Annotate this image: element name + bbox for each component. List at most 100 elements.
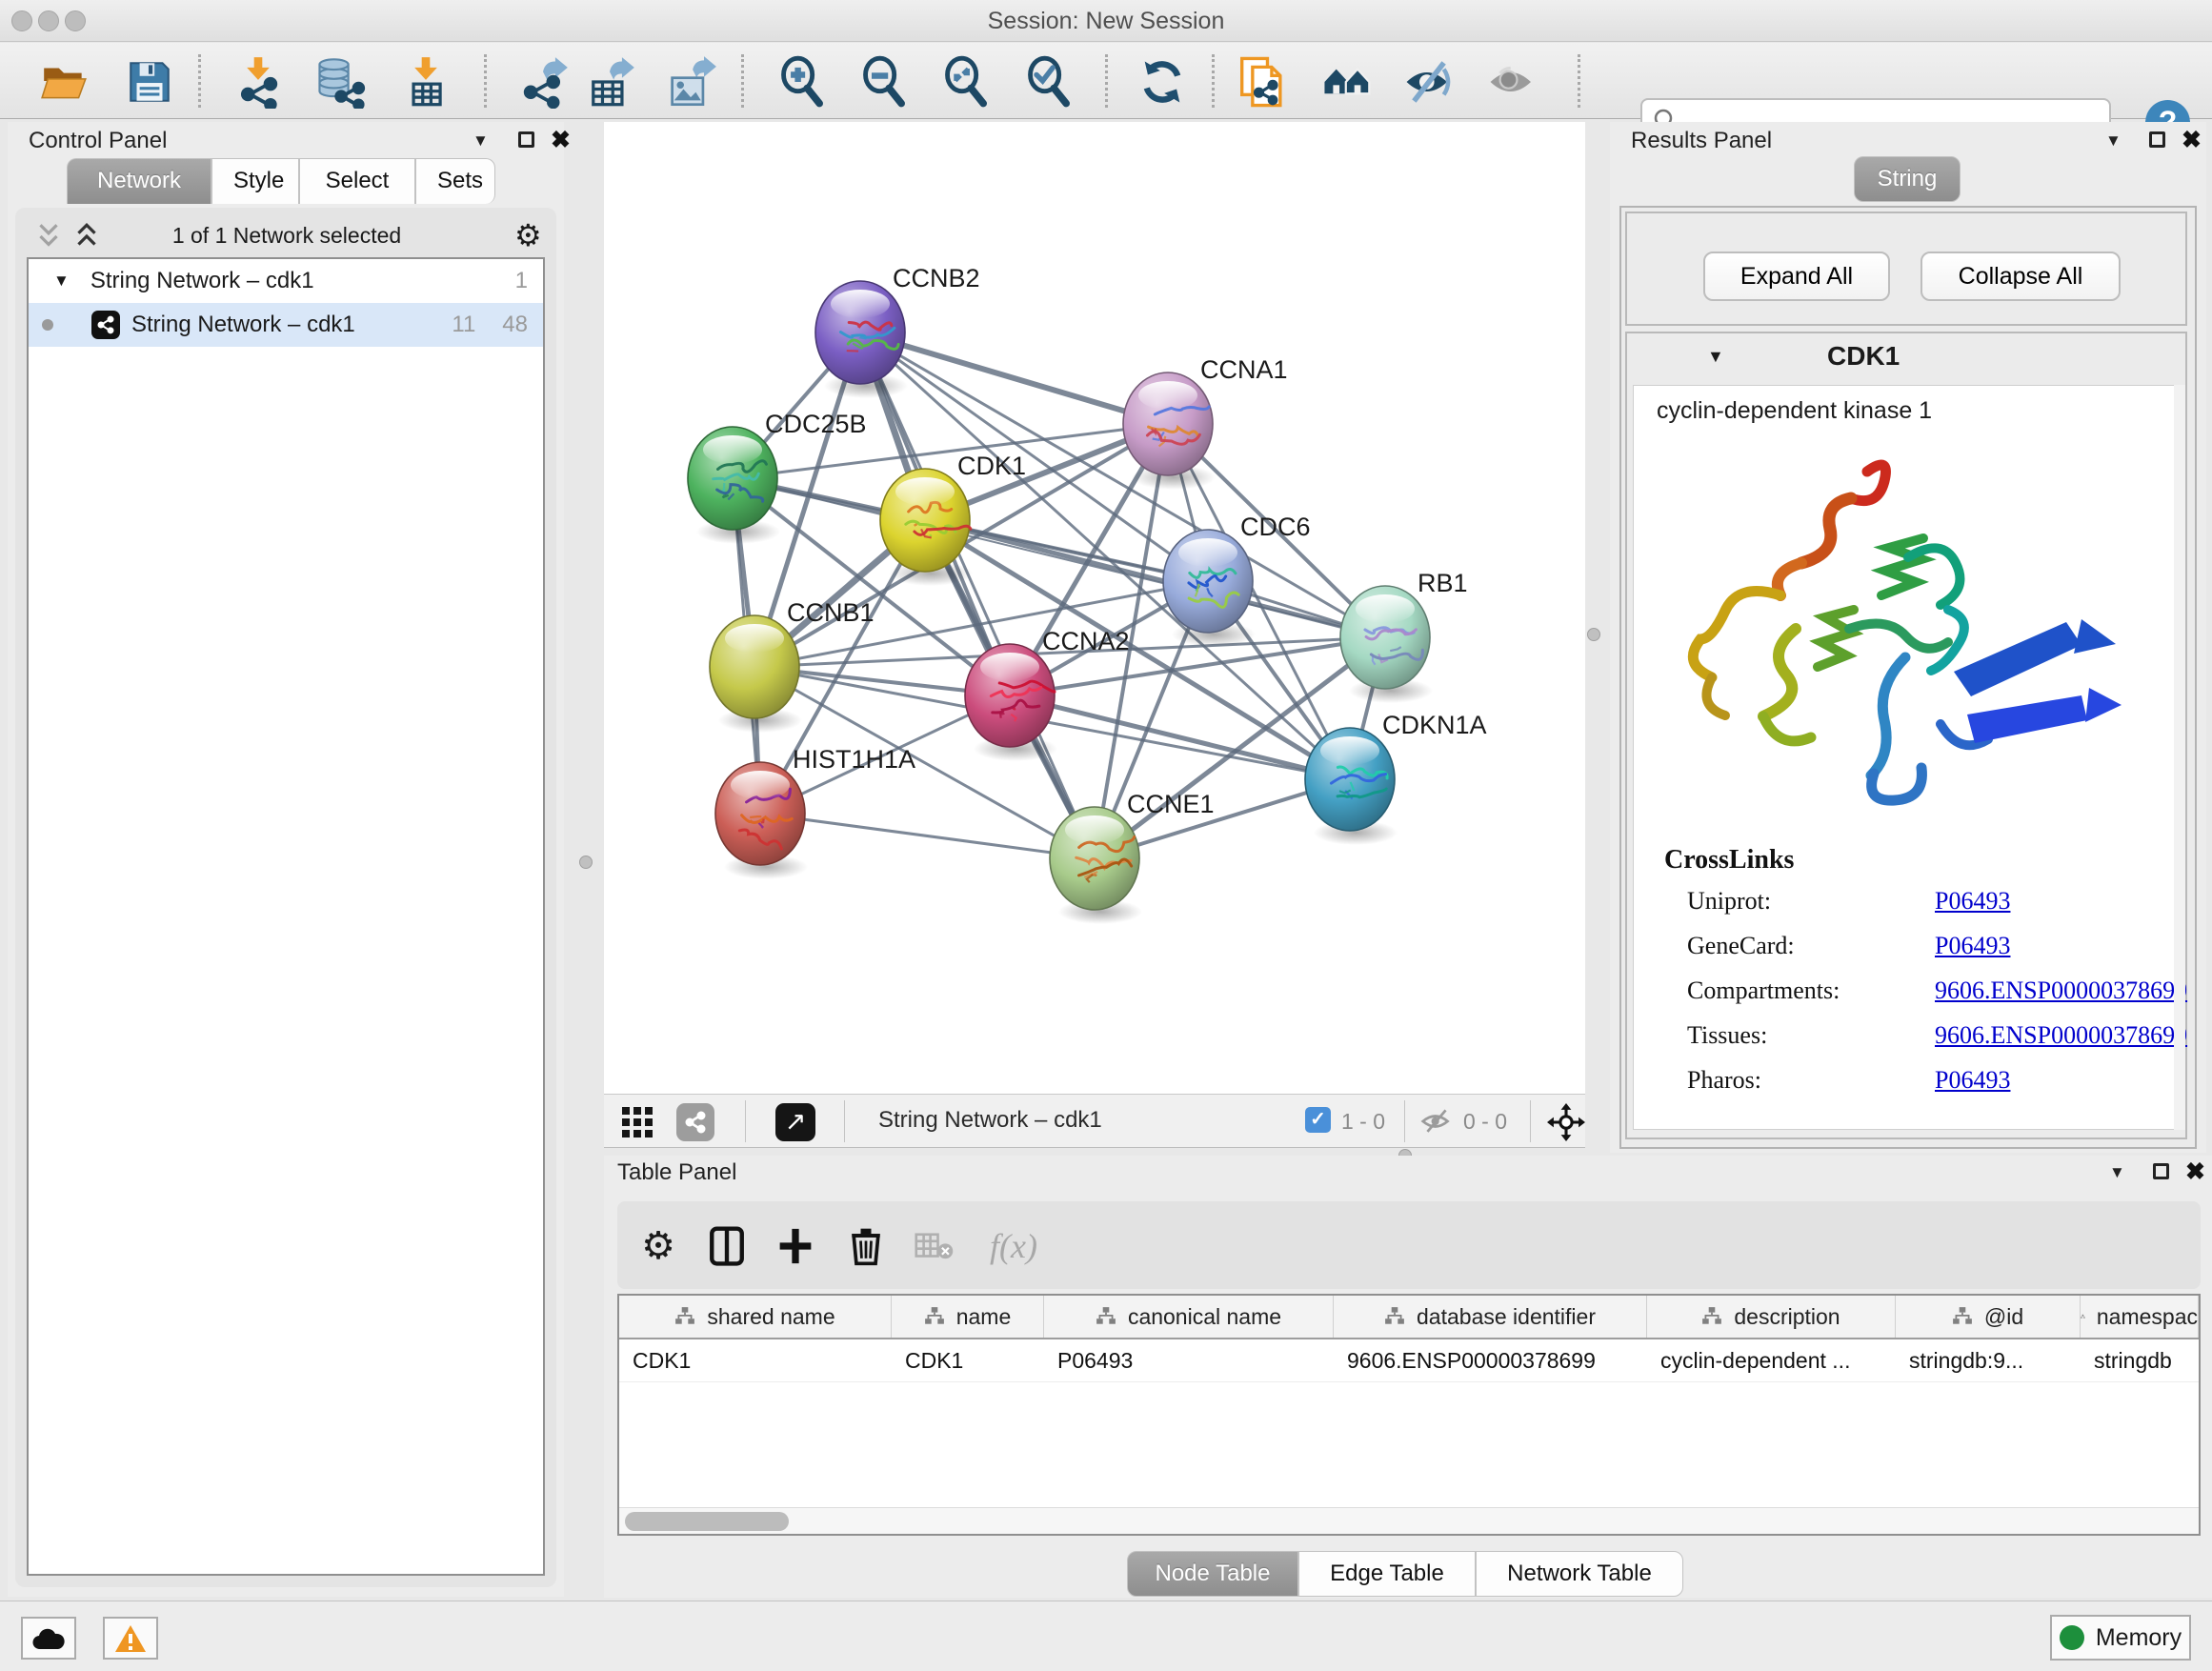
tab-style[interactable]: Style: [211, 158, 299, 204]
crosslink-link[interactable]: P06493: [1935, 932, 2010, 960]
fit-content-button[interactable]: [938, 54, 995, 110]
crosslink-link[interactable]: P06493: [1935, 1066, 2010, 1095]
network-node-HIST1H1A[interactable]: [715, 762, 808, 879]
save-session-button[interactable]: [121, 54, 178, 110]
column-header-5[interactable]: @id: [1896, 1296, 2081, 1338]
crosslink-row: Uniprot:P06493: [1634, 879, 2179, 924]
memory-button[interactable]: Memory: [2050, 1615, 2191, 1661]
expand-all-button[interactable]: Expand All: [1703, 252, 1890, 301]
tree-expander-icon[interactable]: ▼: [53, 272, 70, 291]
table-panel-float-icon[interactable]: [2153, 1163, 2169, 1179]
birdseye-view-icon[interactable]: ↗: [775, 1103, 815, 1141]
open-session-button[interactable]: [36, 54, 93, 110]
hidden-count: 0 - 0: [1463, 1109, 1507, 1135]
column-header-1[interactable]: name: [892, 1296, 1044, 1338]
network-view-share-icon[interactable]: [676, 1103, 714, 1141]
control-panel-menu-caret[interactable]: ▼: [473, 131, 489, 151]
tab-network[interactable]: Network: [67, 158, 211, 204]
node-table: shared namenamecanonical namedatabase id…: [617, 1294, 2201, 1536]
results-scrollbar[interactable]: [2174, 385, 2185, 1130]
export-image-button[interactable]: [662, 54, 719, 110]
column-header-3[interactable]: database identifier: [1334, 1296, 1647, 1338]
table-hscrollbar[interactable]: [619, 1507, 2199, 1534]
right-splitter-handle[interactable]: [1587, 628, 1600, 641]
hide-selected-button[interactable]: [1400, 54, 1458, 110]
protein-detail-card: cyclin-dependent kinase 1: [1633, 385, 2180, 1130]
column-type-icon: [924, 1306, 945, 1327]
crosslink-link[interactable]: 9606.ENSP00000378699: [1935, 976, 2187, 1005]
show-hidden-button[interactable]: [1484, 54, 1541, 110]
left-splitter-handle[interactable]: [579, 856, 593, 869]
network-node-CCNA2[interactable]: [965, 644, 1057, 761]
network-node-CCNB2[interactable]: [815, 281, 908, 398]
node-label-CDK1: CDK1: [957, 452, 1026, 480]
collapse-all-button[interactable]: Collapse All: [1920, 252, 2121, 301]
tab-select[interactable]: Select: [299, 158, 415, 204]
table-row[interactable]: CDK1CDK1P064939606.ENSP00000378699cyclin…: [619, 1339, 2199, 1382]
network-node-CDK1[interactable]: [880, 469, 973, 586]
network-row[interactable]: String Network – cdk1 11 48: [29, 303, 543, 347]
control-panel-float-icon[interactable]: [518, 131, 534, 148]
apply-layout-button[interactable]: [1134, 54, 1191, 110]
column-header-4[interactable]: description: [1647, 1296, 1896, 1338]
results-panel-title: Results Panel: [1631, 128, 1772, 153]
import-network-file-button[interactable]: [230, 54, 287, 110]
column-header-2[interactable]: canonical name: [1044, 1296, 1334, 1338]
zoom-selected-button[interactable]: [1021, 54, 1078, 110]
export-network-button[interactable]: [514, 54, 572, 110]
results-panel-float-icon[interactable]: [2149, 131, 2165, 148]
table-settings-gear-icon[interactable]: ⚙: [634, 1222, 682, 1270]
zoom-in-button[interactable]: [774, 54, 832, 110]
collapse-all-icon[interactable]: [34, 221, 63, 252]
tab-sets[interactable]: Sets: [415, 158, 495, 204]
network-options-gear-icon[interactable]: ⚙: [514, 217, 542, 253]
protein-section-caret[interactable]: ▼: [1707, 347, 1724, 367]
tab-string[interactable]: String: [1854, 156, 1961, 202]
network-node-CCNA1[interactable]: [1123, 372, 1216, 490]
expand-all-icon[interactable]: [72, 221, 101, 252]
network-edge-CCNB2-CCNE1[interactable]: [860, 332, 1095, 858]
network-node-CDC6[interactable]: [1163, 530, 1256, 647]
import-network-database-button[interactable]: [312, 54, 369, 110]
results-panel-menu-caret[interactable]: ▼: [2105, 131, 2122, 151]
delete-column-icon[interactable]: [842, 1222, 890, 1270]
tab-node-table[interactable]: Node Table: [1127, 1551, 1298, 1597]
cloud-button[interactable]: [21, 1617, 76, 1660]
table-toolbar: ⚙ f(x): [617, 1201, 2201, 1289]
add-column-icon[interactable]: [772, 1222, 819, 1270]
results-panel-close-icon[interactable]: ✖: [2182, 126, 2202, 154]
network-collection-row[interactable]: ▼ String Network – cdk1 1: [29, 259, 543, 303]
network-node-RB1[interactable]: [1340, 586, 1433, 703]
network-node-CDKN1A[interactable]: [1305, 728, 1398, 845]
import-table-file-button[interactable]: [397, 54, 454, 110]
network-node-CDC25B[interactable]: [688, 427, 780, 544]
zoom-in-icon: [776, 55, 830, 109]
tab-network-table[interactable]: Network Table: [1476, 1551, 1683, 1597]
network-graph: CCNB2CCNA1CDC25BCDK1CDC6RB1CCNB1CCNA2CDK…: [604, 122, 1585, 1094]
import-network-icon: [231, 55, 285, 109]
network-node-CCNB1[interactable]: [710, 615, 802, 733]
network-node-CCNE1[interactable]: [1050, 807, 1142, 924]
show-all-button[interactable]: [1319, 54, 1377, 110]
network-edge-HIST1H1A-CCNE1[interactable]: [760, 814, 1095, 858]
column-header-0[interactable]: shared name: [619, 1296, 892, 1338]
table-panel-menu-caret[interactable]: ▼: [2109, 1163, 2125, 1182]
hscrollbar-thumb[interactable]: [625, 1512, 789, 1531]
tab-edge-table[interactable]: Edge Table: [1298, 1551, 1476, 1597]
table-panel-close-icon[interactable]: ✖: [2185, 1158, 2205, 1186]
crosslink-link[interactable]: 9606.ENSP00000378699: [1935, 1021, 2187, 1050]
network-canvas[interactable]: CCNB2CCNA1CDC25BCDK1CDC6RB1CCNB1CCNA2CDK…: [604, 122, 1585, 1094]
show-columns-icon[interactable]: [703, 1222, 751, 1270]
selected-checkbox-icon[interactable]: ✓: [1305, 1107, 1331, 1133]
network-edge-CDK1-RB1[interactable]: [925, 520, 1385, 637]
clone-network-button[interactable]: [1235, 54, 1292, 110]
network-edge-CCNB2-CCNA1[interactable]: [860, 332, 1168, 424]
column-header-6[interactable]: namespac: [2081, 1296, 2199, 1338]
pan-crosshair-icon[interactable]: [1547, 1103, 1585, 1141]
warning-button[interactable]: [103, 1617, 158, 1660]
grid-view-icon[interactable]: [621, 1106, 654, 1138]
crosslink-link[interactable]: P06493: [1935, 887, 2010, 916]
export-table-button[interactable]: [581, 54, 638, 110]
control-panel-close-icon[interactable]: ✖: [551, 126, 571, 154]
zoom-out-button[interactable]: [856, 54, 914, 110]
